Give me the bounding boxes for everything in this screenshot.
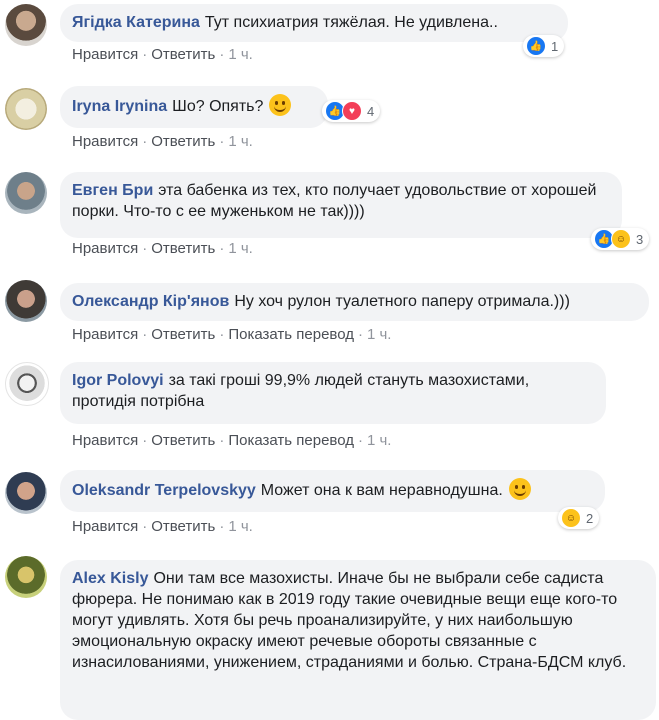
comment-text: Может она к вам неравнодушна. <box>260 482 503 499</box>
comment-time[interactable]: 1 ч. <box>367 432 392 449</box>
comment-bubble: Олександр Кір'янов Ну хоч рулон туалетног… <box>60 283 649 321</box>
reaction-count: 2 <box>586 510 594 526</box>
smiley-emoji-icon <box>508 478 531 500</box>
separator: · <box>142 518 148 535</box>
comment-actions: Нравится · Ответить · 1 ч. <box>72 240 253 257</box>
comment-bubble: Евген Бри эта бабенка из тех, кто получае… <box>60 172 622 238</box>
reactions-summary[interactable]: ☺ 2 <box>558 507 600 529</box>
comment-text: Ну хоч рулон туалетного паперу отримала.… <box>234 293 570 310</box>
reaction-count: 4 <box>367 103 375 119</box>
comment-time[interactable]: 1 ч. <box>228 518 253 535</box>
comment-author[interactable]: Alex Kisly <box>72 570 148 587</box>
reactions-summary[interactable]: 👍 ☺ 3 <box>591 228 650 250</box>
reply-link[interactable]: Ответить <box>151 240 215 257</box>
comment-bubble: Iryna Irynina Шо? Опять? <box>60 86 328 128</box>
like-link[interactable]: Нравится <box>72 133 138 150</box>
comment-bubble: Ягідка Катерина Тут психиатрия тяжёлая. Н… <box>60 4 568 42</box>
avatar[interactable] <box>5 362 49 406</box>
comment-time[interactable]: 1 ч. <box>228 46 253 63</box>
like-link[interactable]: Нравится <box>72 326 138 343</box>
love-reaction-icon: ♥ <box>342 101 362 121</box>
avatar[interactable] <box>5 556 47 598</box>
comment-bubble: Oleksandr Terpelovskyy Может она к вам не… <box>60 470 605 512</box>
separator: · <box>219 518 225 535</box>
comment-author[interactable]: Ягідка Катерина <box>72 14 200 31</box>
comment-time[interactable]: 1 ч. <box>228 133 253 150</box>
show-translation-link[interactable]: Показать перевод <box>228 326 354 343</box>
like-link[interactable]: Нравится <box>72 432 138 449</box>
comment-actions: Нравится · Ответить · 1 ч. <box>72 133 253 150</box>
separator: · <box>219 46 225 63</box>
avatar[interactable] <box>5 4 47 46</box>
reaction-count: 3 <box>636 231 644 247</box>
separator: · <box>219 326 225 343</box>
avatar[interactable] <box>5 172 47 214</box>
like-link[interactable]: Нравится <box>72 518 138 535</box>
comment-text: Тут психиатрия тяжёлая. Не удивлена.. <box>204 14 498 31</box>
reaction-count: 1 <box>551 38 559 54</box>
smiley-emoji-icon <box>269 94 292 116</box>
comment-actions: Нравится · Ответить · Показать перевод · 1 ч. <box>72 432 391 449</box>
reply-link[interactable]: Ответить <box>151 518 215 535</box>
comment-bubble: Igor Polovyi за такі гроші 99,9% людей ст… <box>60 362 606 424</box>
separator: · <box>219 133 225 150</box>
comment-author[interactable]: Евген Бри <box>72 182 153 199</box>
separator: · <box>357 432 363 449</box>
like-link[interactable]: Нравится <box>72 46 138 63</box>
haha-reaction-icon: ☺ <box>561 508 581 528</box>
reply-link[interactable]: Ответить <box>151 326 215 343</box>
comment-actions: Нравится · Ответить · 1 ч. <box>72 46 253 63</box>
comment-bubble: Alex Kisly Они там все мазохисты. Иначе б… <box>60 560 656 720</box>
separator: · <box>142 326 148 343</box>
comment-text: Они там все мазохисты. Иначе бы не выбра… <box>72 570 627 671</box>
comment-author[interactable]: Oleksandr Terpelovskyy <box>72 482 256 499</box>
separator: · <box>142 133 148 150</box>
comment-time[interactable]: 1 ч. <box>367 326 392 343</box>
reply-link[interactable]: Ответить <box>151 133 215 150</box>
separator: · <box>142 432 148 449</box>
avatar[interactable] <box>5 472 47 514</box>
comment-actions: Нравится · Ответить · 1 ч. <box>72 518 253 535</box>
separator: · <box>142 240 148 257</box>
separator: · <box>357 326 363 343</box>
comment-author[interactable]: Олександр Кір'янов <box>72 293 229 310</box>
comment-actions: Нравится · Ответить · Показать перевод · 1 ч. <box>72 326 391 343</box>
comment-author[interactable]: Igor Polovyi <box>72 372 164 389</box>
comment-time[interactable]: 1 ч. <box>228 240 253 257</box>
reactions-summary[interactable]: 👍 ♥ 4 <box>322 100 381 122</box>
comment-text: Шо? Опять? <box>172 98 264 115</box>
like-reaction-icon: 👍 <box>526 36 546 56</box>
haha-reaction-icon: ☺ <box>611 229 631 249</box>
avatar[interactable] <box>5 88 47 130</box>
reactions-summary[interactable]: 👍 1 <box>523 35 565 57</box>
separator: · <box>219 432 225 449</box>
reply-link[interactable]: Ответить <box>151 432 215 449</box>
avatar[interactable] <box>5 280 47 322</box>
separator: · <box>142 46 148 63</box>
like-link[interactable]: Нравится <box>72 240 138 257</box>
separator: · <box>219 240 225 257</box>
show-translation-link[interactable]: Показать перевод <box>228 432 354 449</box>
comment-author[interactable]: Iryna Irynina <box>72 98 167 115</box>
reply-link[interactable]: Ответить <box>151 46 215 63</box>
